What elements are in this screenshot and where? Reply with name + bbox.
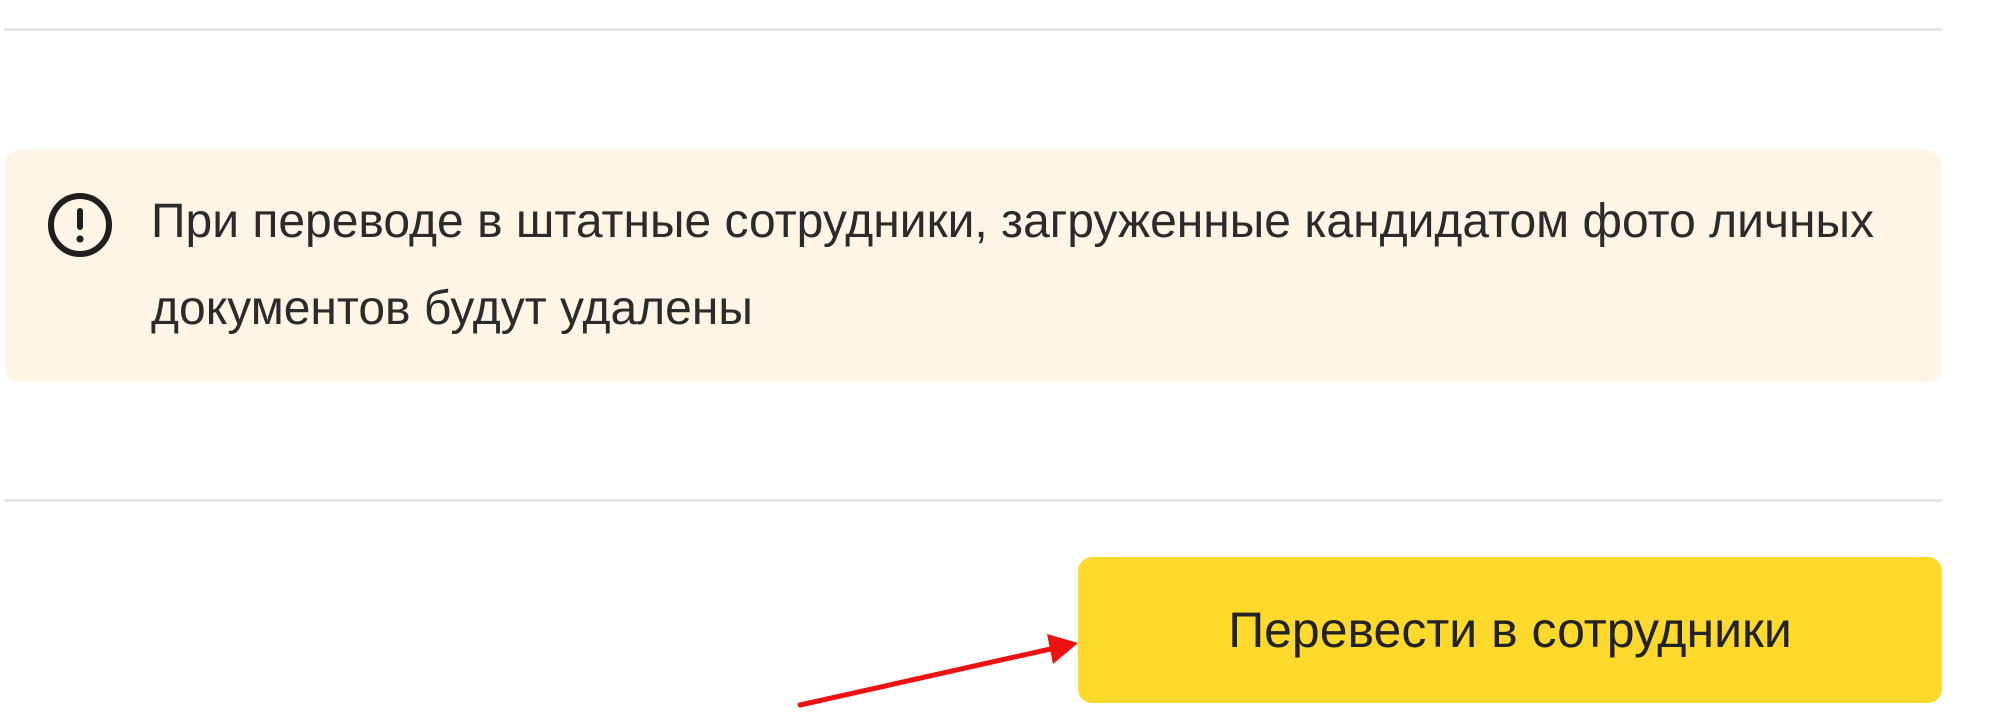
bottom-divider [4, 499, 1942, 502]
top-divider [4, 28, 1942, 31]
exclamation-circle-icon [47, 192, 113, 258]
notice-text: При переводе в штатные сотрудники, загру… [151, 195, 1874, 335]
warning-notice: При переводе в штатные сотрудники, загру… [4, 150, 1942, 382]
transfer-to-employees-button[interactable]: Перевести в сотрудники [1078, 557, 1942, 703]
